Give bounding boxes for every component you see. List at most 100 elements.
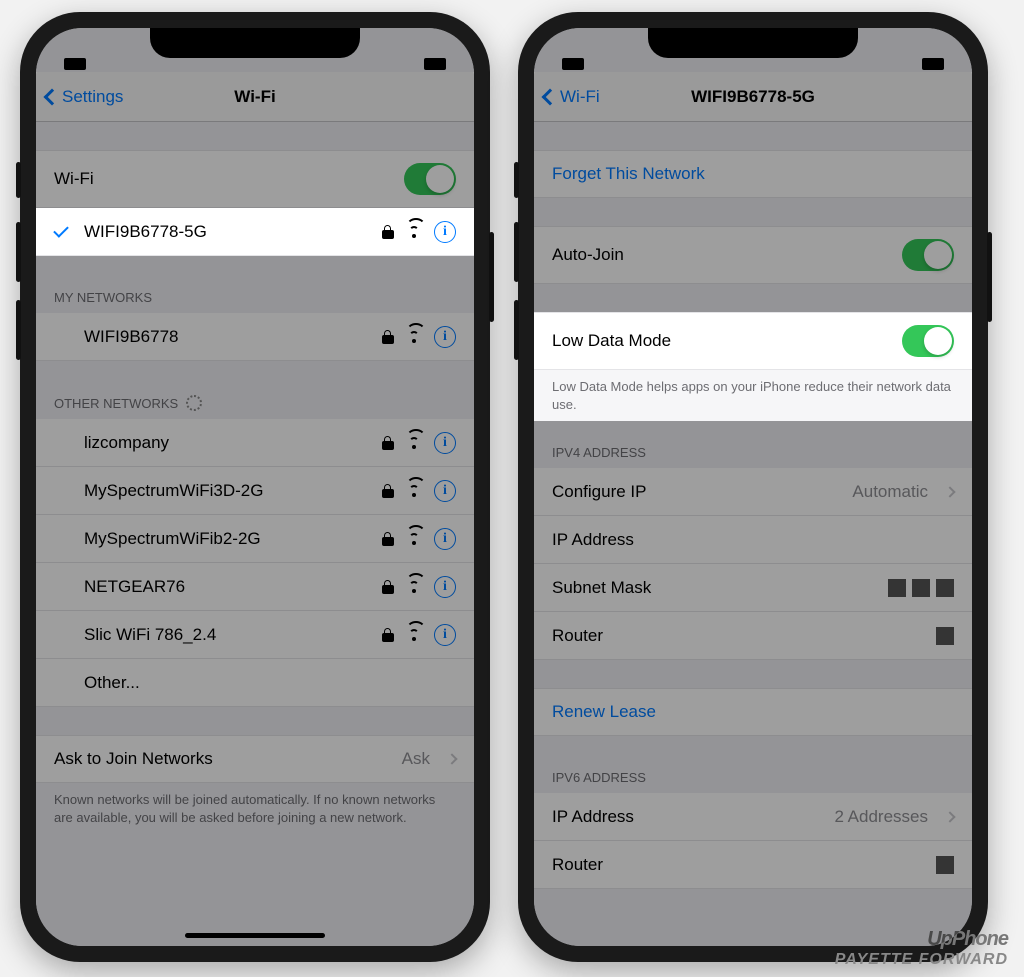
nav-title: Wi-Fi (234, 87, 275, 107)
forget-label: Forget This Network (552, 164, 954, 184)
volume-down (514, 300, 519, 360)
wifi-signal-icon (406, 533, 422, 545)
lock-icon (382, 484, 394, 498)
ask-join-footer: Known networks will be joined automatica… (36, 783, 474, 832)
volume-up (16, 222, 21, 282)
ask-join-label: Ask to Join Networks (54, 749, 390, 769)
ipv6-router-redacted (936, 856, 954, 874)
status-left (562, 58, 584, 70)
lock-icon (382, 580, 394, 594)
info-icon[interactable]: i (434, 326, 456, 348)
chevron-right-icon (944, 486, 955, 497)
lock-icon (382, 532, 394, 546)
phone-right: Wi-Fi WIFI9B6778-5G Forget This Network … (518, 12, 988, 962)
configure-ip-row[interactable]: Configure IP Automatic (534, 468, 972, 516)
router-redacted (936, 627, 954, 645)
configure-ip-value: Automatic (852, 482, 928, 502)
nav-back-button[interactable]: Wi-Fi (544, 87, 600, 107)
ipv6-ip-row[interactable]: IP Address 2 Addresses (534, 793, 972, 841)
info-icon[interactable]: i (434, 480, 456, 502)
status-right (424, 58, 446, 70)
info-icon[interactable]: i (434, 528, 456, 550)
low-data-mode-row[interactable]: Low Data Mode (534, 312, 972, 370)
mute-switch (514, 162, 519, 198)
nav-back-button[interactable]: Settings (46, 87, 123, 107)
watermark: UpPhone PAYETTE FORWARD (835, 928, 1008, 969)
low-data-mode-footer: Low Data Mode helps apps on your iPhone … (534, 370, 972, 419)
wifi-signal-icon (406, 331, 422, 343)
watermark-line1: UpPhone (835, 928, 1008, 951)
lock-icon (382, 436, 394, 450)
wifi-signal-icon (406, 485, 422, 497)
low-data-mode-toggle[interactable] (902, 325, 954, 357)
subnet-redacted (888, 579, 954, 597)
ipv6-router-row: Router (534, 841, 972, 889)
configure-ip-label: Configure IP (552, 482, 840, 502)
other-networks-header: OTHER NETWORKS (36, 389, 474, 419)
nav-back-label: Settings (62, 87, 123, 107)
ip-address-label: IP Address (552, 530, 954, 550)
ipv6-ip-label: IP Address (552, 807, 822, 827)
wifi-toggle-row[interactable]: Wi-Fi (36, 150, 474, 208)
network-name: Slic WiFi 786_2.4 (84, 625, 370, 645)
notch (150, 28, 360, 58)
network-name: MySpectrumWiFib2-2G (84, 529, 370, 549)
auto-join-row[interactable]: Auto-Join (534, 226, 972, 284)
info-icon[interactable]: i (434, 221, 456, 243)
forget-network-button[interactable]: Forget This Network (534, 150, 972, 198)
chevron-left-icon (542, 88, 559, 105)
volume-up (514, 222, 519, 282)
ip-address-row: IP Address (534, 516, 972, 564)
ipv6-ip-value: 2 Addresses (834, 807, 928, 827)
network-row[interactable]: NETGEAR76 i (36, 563, 474, 611)
network-row[interactable]: WIFI9B6778 i (36, 313, 474, 361)
network-row[interactable]: MySpectrumWiFib2-2G i (36, 515, 474, 563)
network-name: lizcompany (84, 433, 370, 453)
auto-join-toggle[interactable] (902, 239, 954, 271)
auto-join-label: Auto-Join (552, 245, 890, 265)
network-row[interactable]: MySpectrumWiFi3D-2G i (36, 467, 474, 515)
info-icon[interactable]: i (434, 432, 456, 454)
home-indicator (185, 933, 325, 938)
ipv4-header: IPV4 ADDRESS (534, 439, 972, 468)
network-name: MySpectrumWiFi3D-2G (84, 481, 370, 501)
mute-switch (16, 162, 21, 198)
renew-lease-label: Renew Lease (552, 702, 954, 722)
network-row[interactable]: lizcompany i (36, 419, 474, 467)
wifi-signal-icon (406, 226, 422, 238)
network-row[interactable]: Slic WiFi 786_2.4 i (36, 611, 474, 659)
wifi-label: Wi-Fi (54, 169, 392, 189)
other-networks-header-text: OTHER NETWORKS (54, 396, 178, 411)
wifi-toggle[interactable] (404, 163, 456, 195)
notch (648, 28, 858, 58)
nav-bar: Wi-Fi WIFI9B6778-5G (534, 72, 972, 122)
wifi-signal-icon (406, 437, 422, 449)
watermark-line2: PAYETTE FORWARD (835, 951, 1008, 969)
router-row: Router (534, 612, 972, 660)
chevron-right-icon (446, 753, 457, 764)
network-name: WIFI9B6778 (84, 327, 370, 347)
my-networks-header: MY NETWORKS (36, 284, 474, 313)
status-right (922, 58, 944, 70)
renew-lease-button[interactable]: Renew Lease (534, 688, 972, 736)
connected-network-name: WIFI9B6778-5G (84, 222, 370, 242)
connected-network-row[interactable]: WIFI9B6778-5G i (36, 208, 474, 256)
subnet-mask-row: Subnet Mask (534, 564, 972, 612)
spinner-icon (186, 395, 202, 411)
other-network-row[interactable]: Other... (36, 659, 474, 707)
ask-to-join-row[interactable]: Ask to Join Networks Ask (36, 735, 474, 783)
low-data-mode-label: Low Data Mode (552, 331, 890, 351)
other-label: Other... (84, 673, 456, 693)
info-icon[interactable]: i (434, 624, 456, 646)
info-icon[interactable]: i (434, 576, 456, 598)
ipv6-router-label: Router (552, 855, 924, 875)
chevron-right-icon (944, 811, 955, 822)
ask-join-value: Ask (402, 749, 430, 769)
lock-icon (382, 330, 394, 344)
nav-bar: Settings Wi-Fi (36, 72, 474, 122)
nav-back-label: Wi-Fi (560, 87, 600, 107)
power-button (489, 232, 494, 322)
network-name: NETGEAR76 (84, 577, 370, 597)
nav-title: WIFI9B6778-5G (691, 87, 815, 107)
wifi-signal-icon (406, 581, 422, 593)
